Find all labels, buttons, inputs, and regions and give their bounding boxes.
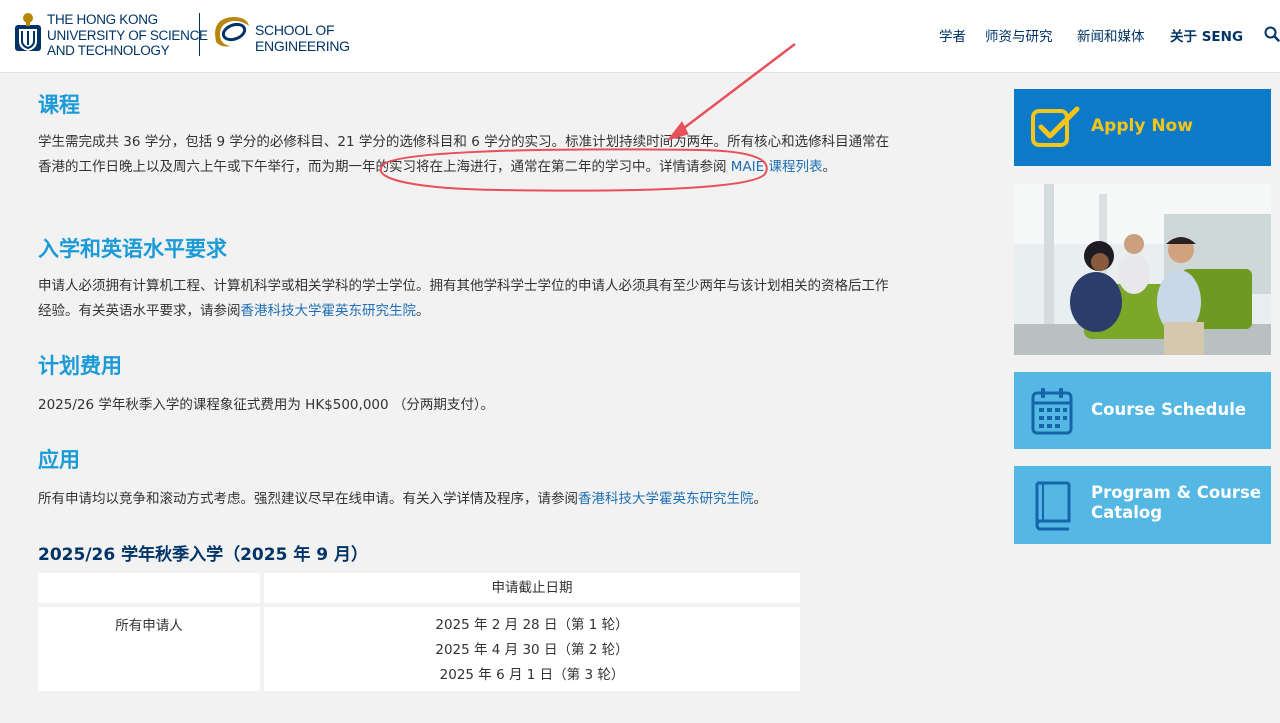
nav-item-news-media[interactable]: 新闻和媒体 [1077, 25, 1145, 45]
hkust-name-line: UNIVERSITY OF SCIENCE [47, 27, 208, 43]
admission-text-end: 。 [416, 303, 430, 319]
table-row-label: 所有申请人 [38, 607, 260, 691]
book-icon [1035, 481, 1071, 531]
course-schedule-button[interactable]: Course Schedule [1014, 372, 1271, 449]
application-text: 所有申请均以竞争和滚动方式考虑。强烈建议尽早在线申请。有关入学详情及程序，请参阅… [38, 487, 900, 512]
calendar-icon [1031, 388, 1073, 435]
search-icon[interactable] [1264, 26, 1280, 42]
graduate-school-link[interactable]: 香港科技大学霍英东研究生院 [578, 491, 754, 507]
school-name-line: SCHOOL OF [255, 22, 335, 38]
section-title-application: 应用 [38, 448, 80, 472]
apply-now-label: Apply Now [1091, 116, 1193, 136]
students-photo [1014, 184, 1271, 355]
intake-title: 2025/26 学年秋季入学（2025 年 9 月） [38, 545, 368, 565]
school-name-line: ENGINEERING [255, 37, 350, 54]
maie-course-list-link[interactable]: MAIE 课程列表 [731, 159, 823, 175]
nav-item-faculty-research[interactable]: 师资与研究 [985, 25, 1053, 45]
seng-logo-icon[interactable] [211, 12, 251, 50]
hkust-name-line: AND TECHNOLOGY [47, 43, 170, 58]
school-name[interactable]: SCHOOL OF ENGINEERING [255, 22, 350, 54]
deadline-date: 2025 年 4 月 30 日（第 2 轮） [435, 642, 629, 658]
deadline-date: 2025 年 6 月 1 日（第 3 轮） [439, 667, 625, 683]
program-catalog-label: Program & Course Catalog [1091, 483, 1261, 523]
deadline-date: 2025 年 2 月 28 日（第 1 轮） [435, 617, 629, 633]
site-header: THE HONG KONG UNIVERSITY OF SCIENCE AND … [0, 0, 1280, 73]
logo-divider [199, 13, 200, 56]
fees-text: 2025/26 学年秋季入学的课程象征式费用为 HK$500,000 （分两期支… [38, 397, 495, 413]
section-title-curriculum: 课程 [38, 93, 80, 117]
graduate-school-link[interactable]: 香港科技大学霍英东研究生院 [241, 303, 417, 319]
students-photo-image [1014, 184, 1271, 355]
nav-item-about-seng[interactable]: 关于 SENG [1170, 25, 1243, 45]
curriculum-text-end: 。 [822, 159, 836, 175]
curriculum-text: 学生需完成共 36 学分，包括 9 学分的必修科目、21 学分的选修科目和 6 … [38, 130, 900, 180]
nav-item-scholars[interactable]: 学者 [939, 25, 966, 45]
table-header-deadline: 申请截止日期 [264, 573, 800, 603]
program-catalog-button[interactable]: Program & Course Catalog [1014, 466, 1271, 544]
hkust-name[interactable]: THE HONG KONG UNIVERSITY OF SCIENCE AND … [47, 12, 208, 59]
course-schedule-label: Course Schedule [1091, 400, 1247, 419]
admission-text-body: 申请人必须拥有计算机工程、计算机科学或相关学科的学士学位。拥有其他学科学士学位的… [38, 278, 889, 319]
section-title-fees: 计划费用 [38, 354, 122, 378]
table-header-empty [38, 573, 260, 603]
application-text-body: 所有申请均以竞争和滚动方式考虑。强烈建议尽早在线申请。有关入学详情及程序，请参阅 [38, 491, 578, 507]
table-row-dates: 2025 年 2 月 28 日（第 1 轮） 2025 年 4 月 30 日（第… [264, 607, 800, 691]
apply-now-button[interactable]: Apply Now [1014, 89, 1271, 166]
application-text-end: 。 [753, 491, 768, 507]
admission-text: 申请人必须拥有计算机工程、计算机科学或相关学科的学士学位。拥有其他学科学士学位的… [38, 274, 900, 324]
program-catalog-label-line: Program & Course [1091, 483, 1262, 502]
checkbox-check-icon [1031, 106, 1080, 147]
program-catalog-label-line: Catalog [1091, 503, 1163, 522]
hkust-crest-icon[interactable] [14, 11, 44, 57]
section-title-admission: 入学和英语水平要求 [38, 237, 227, 261]
hkust-name-line: THE HONG KONG [47, 12, 158, 27]
